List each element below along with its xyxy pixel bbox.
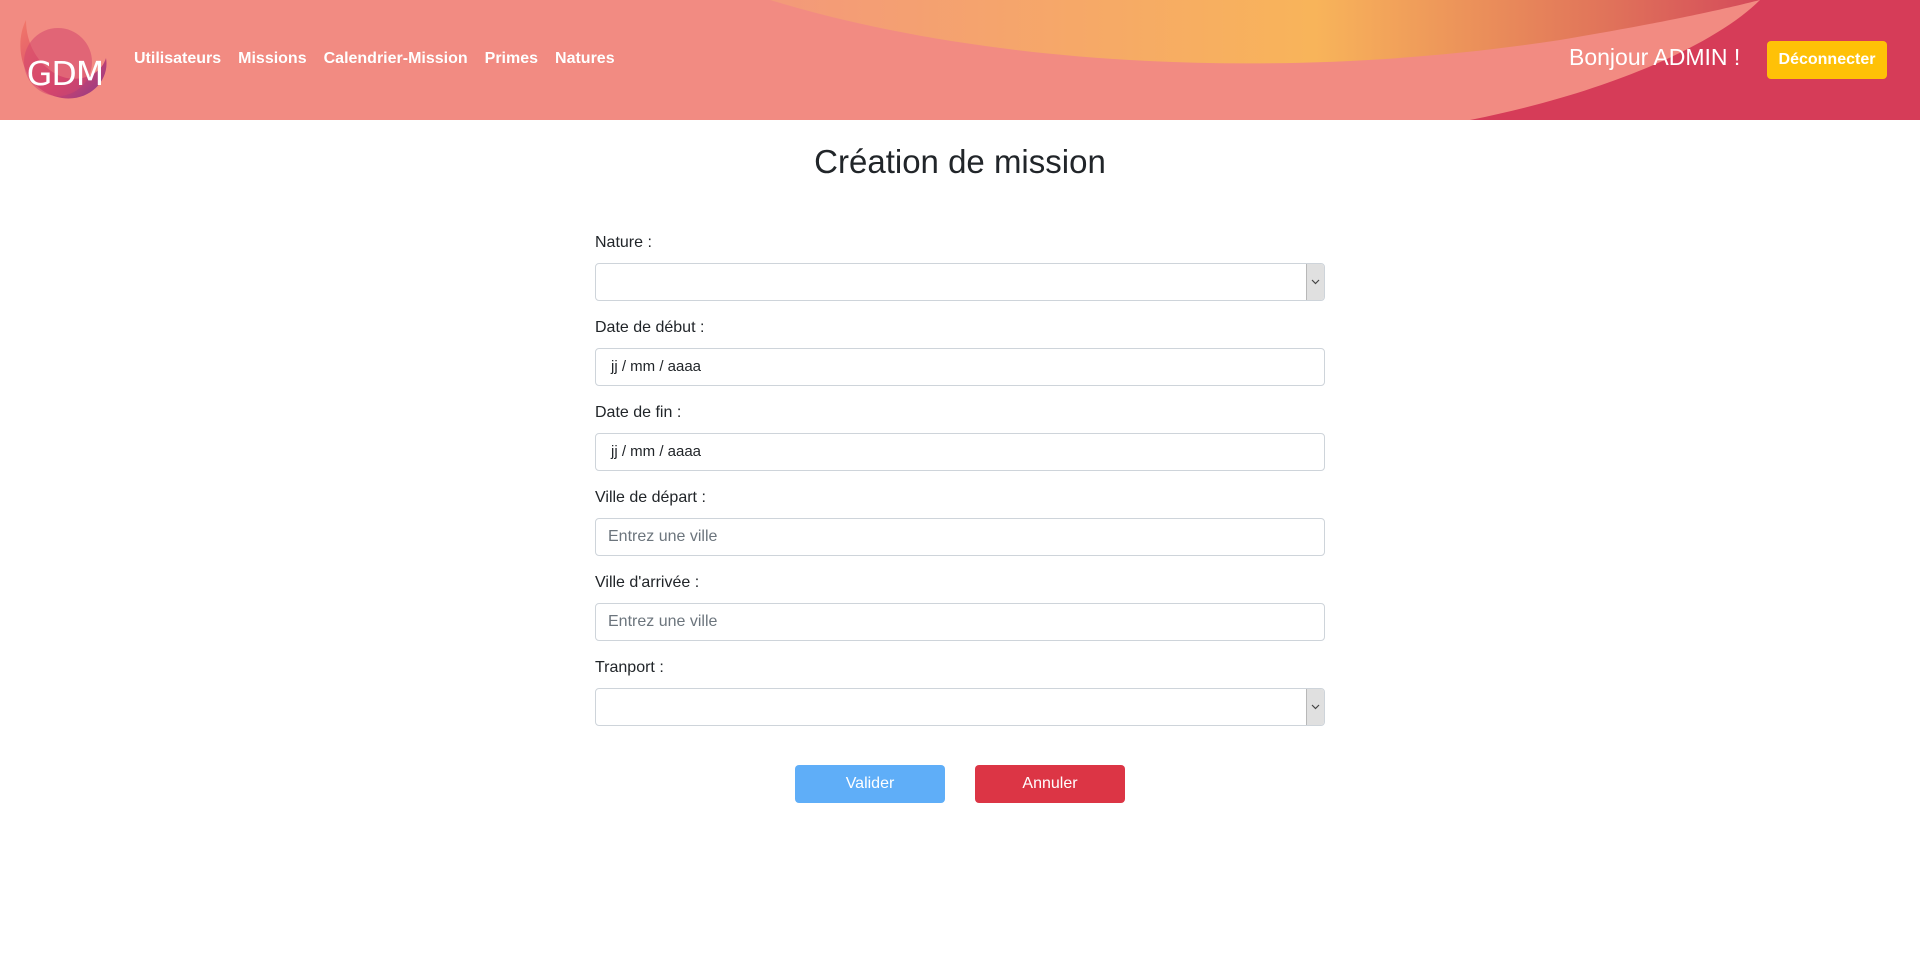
page-title: Création de mission bbox=[814, 143, 1106, 180]
form-actions: Valider Annuler bbox=[795, 765, 1125, 803]
arrival-city-label: Ville d'arrivée : bbox=[595, 574, 700, 591]
transport-select[interactable] bbox=[595, 688, 1325, 726]
logo-text: GDM bbox=[26, 54, 104, 93]
nav-item-primes[interactable]: Primes bbox=[485, 50, 538, 68]
chevron-down-icon[interactable] bbox=[1306, 264, 1324, 300]
nav-item-calendrier-mission[interactable]: Calendrier-Mission bbox=[324, 50, 468, 68]
cancel-button[interactable]: Annuler bbox=[975, 765, 1125, 803]
start-date-value: jj / mm / aaaa bbox=[611, 358, 702, 375]
brand-logo[interactable]: GDM bbox=[18, 18, 108, 100]
nav-item-missions[interactable]: Missions bbox=[238, 50, 306, 68]
transport-field: Tranport : bbox=[595, 659, 1325, 726]
submit-button[interactable]: Valider bbox=[795, 765, 945, 803]
chevron-down-icon[interactable] bbox=[1306, 689, 1324, 725]
nav-item-natures[interactable]: Natures bbox=[555, 50, 615, 68]
top-navbar: GDM Utilisateurs Missions Calendrier-Mis… bbox=[0, 0, 1920, 120]
transport-label: Tranport : bbox=[595, 659, 664, 676]
arrival-city-field: Ville d'arrivée : bbox=[595, 574, 1325, 641]
arrival-city-input[interactable] bbox=[596, 604, 1324, 640]
nature-select[interactable] bbox=[595, 263, 1325, 301]
end-date-label: Date de fin : bbox=[595, 404, 682, 421]
departure-city-field: Ville de départ : bbox=[595, 489, 1325, 556]
arrival-city-wrapper bbox=[595, 603, 1325, 641]
nature-label: Nature : bbox=[595, 234, 652, 251]
end-date-field: Date de fin : jj / mm / aaaa bbox=[595, 404, 1325, 471]
nature-field: Nature : bbox=[595, 234, 1325, 301]
departure-city-label: Ville de départ : bbox=[595, 489, 706, 506]
departure-city-input[interactable] bbox=[596, 519, 1324, 555]
mission-form: Nature : Date de début : jj / mm / aaaa … bbox=[595, 234, 1325, 744]
end-date-value: jj / mm / aaaa bbox=[611, 443, 702, 460]
start-date-input[interactable]: jj / mm / aaaa bbox=[595, 348, 1325, 386]
end-date-input[interactable]: jj / mm / aaaa bbox=[595, 433, 1325, 471]
start-date-label: Date de début : bbox=[595, 319, 705, 336]
start-date-field: Date de début : jj / mm / aaaa bbox=[595, 319, 1325, 386]
user-greeting: Bonjour ADMIN ! bbox=[1569, 44, 1741, 70]
logout-button[interactable]: Déconnecter bbox=[1767, 41, 1887, 79]
departure-city-wrapper bbox=[595, 518, 1325, 556]
nav-item-utilisateurs[interactable]: Utilisateurs bbox=[134, 50, 221, 68]
main-nav: Utilisateurs Missions Calendrier-Mission… bbox=[134, 50, 615, 68]
